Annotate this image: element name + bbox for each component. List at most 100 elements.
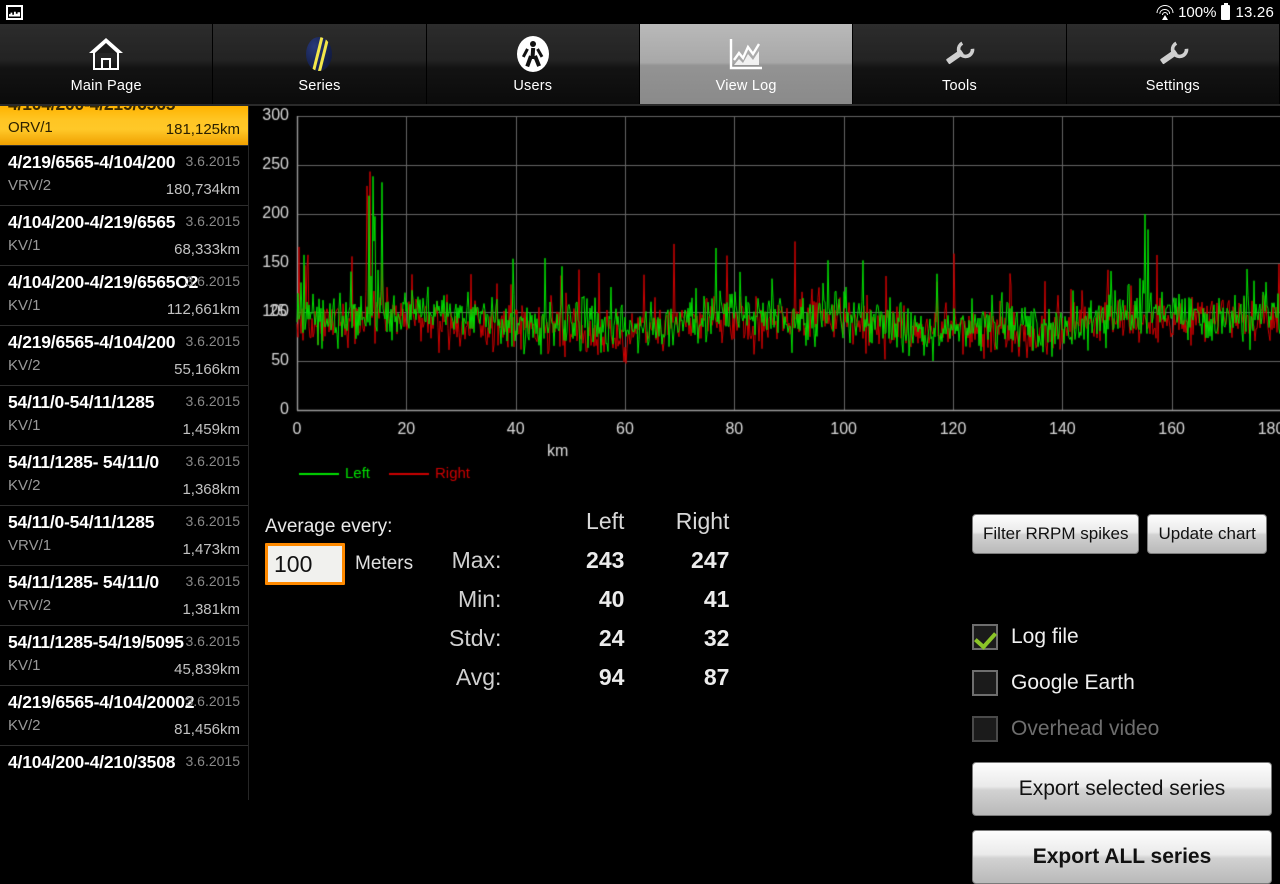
wifi-icon xyxy=(1156,5,1174,20)
series-list-item[interactable]: 4/104/200-4/219/6565 3.6.2015 KV/1 68,333km xyxy=(0,206,248,266)
stats-row-right: 41 xyxy=(703,586,730,612)
meters-label: Meters xyxy=(355,553,414,574)
series-item-date: 3.6.2015 xyxy=(185,273,241,289)
tab-view-log[interactable]: View Log xyxy=(639,24,854,104)
stats-row-left: 24 xyxy=(598,625,625,651)
update-chart-button[interactable]: Update chart xyxy=(1147,514,1267,554)
stats-row-label: Max: xyxy=(451,547,502,573)
tab-label: Users xyxy=(513,78,553,94)
series-list-item[interactable]: 54/11/0-54/11/1285 3.6.2015 KV/1 1,459km xyxy=(0,386,248,446)
series-item-date: 3.6.2015 xyxy=(185,693,241,709)
export-options: Log file Google Earth Overhead video xyxy=(972,624,1272,742)
series-item-date: 3.6.2015 xyxy=(185,633,241,649)
series-item-distance: 112,661km xyxy=(166,301,240,318)
status-bar: 100% 13.26 xyxy=(0,0,1280,24)
series-list-item[interactable]: 4/219/6565-4/104/200 3.6.2015 KV/2 55,166km xyxy=(0,326,248,386)
stats-row-label: Avg: xyxy=(455,664,502,690)
tab-series[interactable]: Series xyxy=(213,24,427,104)
average-every-label: Average every: xyxy=(265,516,393,537)
checkbox-log-file[interactable]: Log file xyxy=(972,624,1272,650)
checkbox-label: Google Earth xyxy=(1011,671,1135,694)
series-item-distance: 1,381km xyxy=(182,601,240,618)
series-item-distance: 1,459km xyxy=(182,421,240,438)
checkbox-box xyxy=(972,716,998,742)
stats-row: Max: 243 247 xyxy=(449,541,730,580)
series-item-title: 4/104/200-4/219/6565 xyxy=(8,106,240,117)
average-every-input[interactable] xyxy=(265,543,345,585)
stats-row-right: 32 xyxy=(703,625,730,651)
stats-row: Min: 40 41 xyxy=(449,580,729,619)
stats-row-left: 243 xyxy=(586,547,625,573)
series-list-item[interactable]: 4/219/6565-4/104/200 3.6.2015 VRV/2 180,734… xyxy=(0,146,248,206)
series-item-distance: 1,473km xyxy=(182,541,240,558)
line-chart-icon-svg xyxy=(729,39,763,70)
main-content: 4/104/200-4/219/6565ORV/1181,125km4/219/… xyxy=(0,106,1280,884)
rrpm-chart[interactable] xyxy=(249,106,1280,498)
series-item-distance: 45,839km xyxy=(174,661,240,678)
tab-label: View Log xyxy=(715,78,777,94)
stats-row-left: 40 xyxy=(598,586,625,612)
stats-table: Left Right Max: 243 247 Min: 40 41 Stdv: 24 32 Av… xyxy=(449,502,729,697)
series-list-item[interactable]: 4/104/200-4/219/6565ORV/1181,125km xyxy=(0,106,248,146)
series-list-item[interactable]: 4/104/200-4/210/3508 3.6.2015 xyxy=(0,746,248,800)
home-icon xyxy=(89,34,124,74)
status-bar-system: 100% 13.26 xyxy=(1156,2,1274,21)
series-list-item[interactable]: 54/11/1285- 54/11/0 3.6.2015 VRV/2 1,381km xyxy=(0,566,248,626)
controls-panel: Average every: Meters Left Right Max xyxy=(249,498,1280,884)
series-item-date: 3.6.2015 xyxy=(185,213,241,229)
chart-panel: Average every: Meters Left Right Max xyxy=(249,106,1280,884)
wrench-icon-svg xyxy=(946,40,975,65)
series-list-item[interactable]: 4/219/6565-4/104/20002 3.6.2015 KV/2 81,456… xyxy=(0,686,248,746)
series-list[interactable]: 4/104/200-4/219/6565ORV/1181,125km4/219/… xyxy=(0,106,249,800)
tab-users[interactable]: Users xyxy=(426,24,640,104)
export-selected-series-button[interactable]: Export selected series xyxy=(972,762,1272,816)
line-chart-icon xyxy=(728,34,764,74)
tab-label: Settings xyxy=(1145,78,1200,94)
tab-bar: Main Page Series Users View Log Tools Se… xyxy=(0,24,1280,104)
series-item-date: 3.6.2015 xyxy=(185,453,241,469)
stats-row-label: Min: xyxy=(457,586,502,612)
stats-row-right: 87 xyxy=(703,664,730,690)
stats-row-label: Stdv: xyxy=(449,625,502,651)
series-item-distance: 181,125km xyxy=(165,121,240,138)
series-item-distance: 180,734km xyxy=(165,181,240,198)
series-item-date: 3.6.2015 xyxy=(185,573,241,589)
checkbox-google-earth[interactable]: Google Earth xyxy=(972,670,1272,696)
stats-row-right: 247 xyxy=(691,547,730,573)
export-all-series-button[interactable]: Export ALL series xyxy=(972,830,1272,884)
series-list-item[interactable]: 54/11/1285-54/19/5095 3.6.2015 KV/1 45,839k… xyxy=(0,626,248,686)
series-list-item[interactable]: 54/11/1285- 54/11/0 3.6.2015 KV/2 1,368km xyxy=(0,446,248,506)
tab-main-page[interactable]: Main Page xyxy=(0,24,214,104)
checkbox-label: Log file xyxy=(1011,625,1079,648)
checkbox-box[interactable] xyxy=(972,624,998,650)
series-item-distance: 55,166km xyxy=(174,361,240,378)
stats-row: Stdv: 24 32 xyxy=(449,619,729,658)
image-icon xyxy=(6,4,23,20)
stats-row: Avg: 94 87 xyxy=(449,658,730,697)
wrench-icon xyxy=(941,34,977,74)
tab-settings[interactable]: Settings xyxy=(1066,24,1280,104)
average-every-group: Average every: Meters xyxy=(265,516,465,585)
series-item-date: 3.6.2015 xyxy=(185,393,241,409)
series-item-date: 3.6.2015 xyxy=(185,333,241,349)
tab-tools[interactable]: Tools xyxy=(853,24,1067,104)
wrench-icon-svg xyxy=(1160,40,1189,65)
clock: 13.26 xyxy=(1235,3,1274,21)
stats-header-row: Left Right xyxy=(449,502,729,541)
tab-label: Series xyxy=(298,78,341,94)
series-item-date: 3.6.2015 xyxy=(185,513,241,529)
series-list-item[interactable]: 4/104/200-4/219/6565O2 3.6.2015 KV/1 112,66… xyxy=(0,266,248,326)
filter-rrpm-spikes-button[interactable]: Filter RRPM spikes xyxy=(972,514,1140,554)
tab-label: Tools xyxy=(942,78,977,94)
series-list-item[interactable]: 54/11/0-54/11/1285 3.6.2015 VRV/1 1,473km xyxy=(0,506,248,566)
stats-col-right: Right xyxy=(675,508,730,534)
series-item-distance: 1,368km xyxy=(182,481,240,498)
checkbox-box[interactable] xyxy=(972,670,998,696)
battery-percent: 100% xyxy=(1178,3,1217,21)
wrench-icon xyxy=(1155,34,1191,74)
right-controls: Filter RRPM spikes Update chart Log file… xyxy=(972,514,1272,884)
series-item-date: 3.6.2015 xyxy=(185,753,241,769)
pedestrian-icon xyxy=(516,34,549,74)
checkbox-overhead-video: Overhead video xyxy=(972,716,1272,742)
battery-full-icon xyxy=(1221,2,1231,20)
